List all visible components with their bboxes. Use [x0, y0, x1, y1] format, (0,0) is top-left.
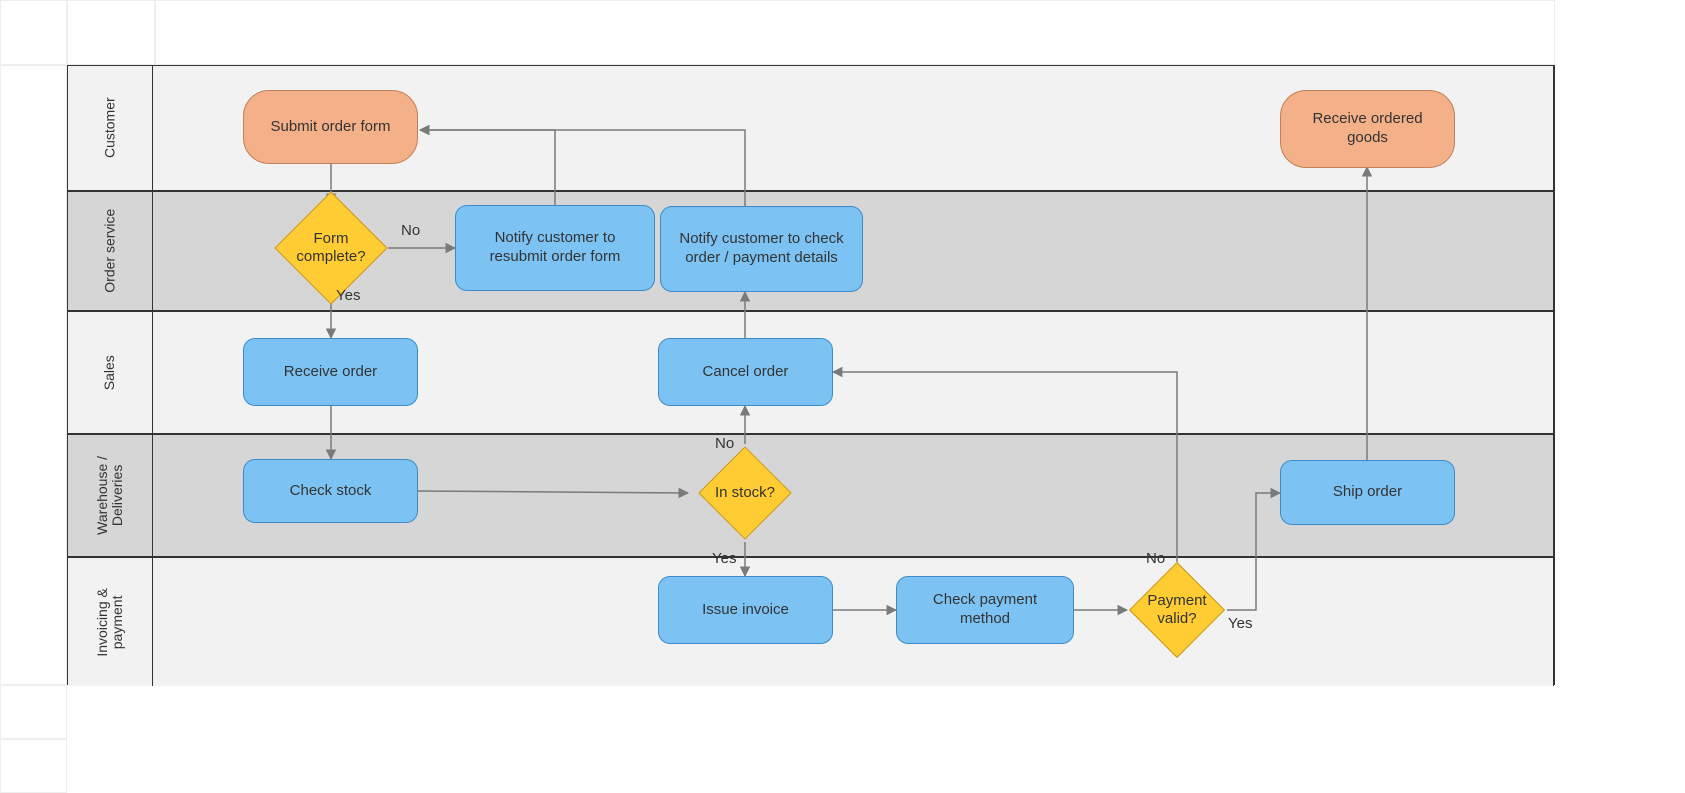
terminator-submit-order: Submit order form: [243, 90, 418, 164]
edge-label-stock-no: No: [715, 435, 734, 452]
edge-checkstock-to-instock: [418, 491, 688, 493]
node-text: Receive ordered goods: [1291, 110, 1444, 148]
decision-form-complete: Form complete?: [291, 208, 371, 288]
node-text: Form complete?: [284, 230, 378, 266]
process-notify-check: Notify customer to check order / payment…: [660, 206, 863, 292]
edge-notifyresubmit-to-submit: [420, 130, 555, 205]
node-text: Issue invoice: [702, 601, 789, 620]
node-text: Payment valid?: [1137, 592, 1217, 628]
edge-notifycheck-to-submit: [420, 130, 745, 206]
process-notify-resubmit: Notify customer to resubmit order form: [455, 205, 655, 291]
node-text: Check stock: [290, 482, 372, 501]
edge-label-form-no: No: [401, 222, 420, 239]
node-text: In stock?: [715, 484, 775, 502]
node-text: Receive order: [284, 363, 377, 382]
node-text: Notify customer to resubmit order form: [466, 229, 644, 267]
process-cancel-order: Cancel order: [658, 338, 833, 406]
decision-in-stock: In stock?: [712, 460, 778, 526]
edge-label-form-yes: Yes: [336, 287, 360, 304]
edge-paymentvalid-yes-ship: [1227, 493, 1280, 610]
process-issue-invoice: Issue invoice: [658, 576, 833, 644]
decision-payment-valid: Payment valid?: [1143, 576, 1211, 644]
process-check-payment: Check payment method: [896, 576, 1074, 644]
node-text: Ship order: [1333, 483, 1402, 502]
terminator-receive-goods: Receive ordered goods: [1280, 90, 1455, 168]
node-text: Cancel order: [703, 363, 789, 382]
edge-label-stock-yes: Yes: [712, 550, 736, 567]
node-text: Submit order form: [270, 118, 390, 137]
swimlane-diagram: Customer Order service Sales Warehouse /…: [0, 0, 1685, 793]
edge-label-pay-no: No: [1146, 550, 1165, 567]
edge-label-pay-yes: Yes: [1228, 615, 1252, 632]
edge-paymentvalid-no-cancel: [833, 372, 1177, 562]
process-receive-order: Receive order: [243, 338, 418, 406]
process-check-stock: Check stock: [243, 459, 418, 523]
node-text: Check payment method: [907, 591, 1063, 629]
process-ship-order: Ship order: [1280, 460, 1455, 525]
node-text: Notify customer to check order / payment…: [671, 230, 852, 268]
